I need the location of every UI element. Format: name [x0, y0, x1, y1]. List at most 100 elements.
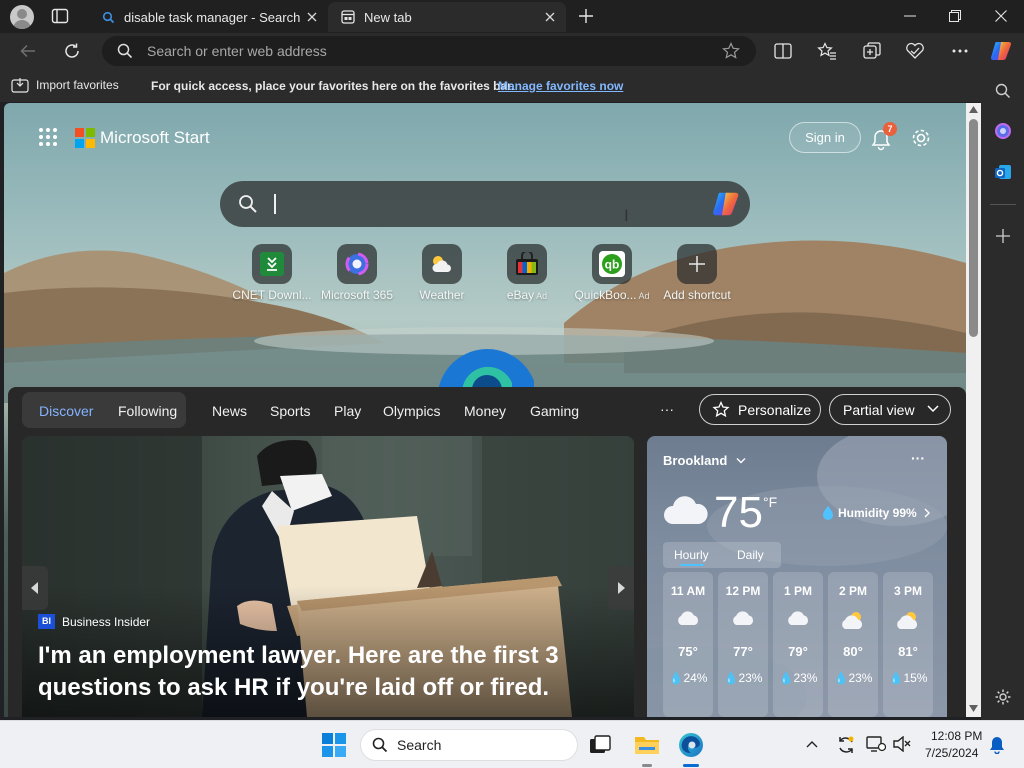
- collections-button[interactable]: [857, 37, 887, 65]
- scroll-up-arrow-icon[interactable]: [969, 106, 978, 113]
- favorite-star-icon[interactable]: [722, 42, 740, 60]
- tab-actions-icon[interactable]: [51, 8, 69, 24]
- new-tab-page: Microsoft Start Sign in 7 I CNET Downl..…: [4, 103, 966, 717]
- scrollbar-thumb[interactable]: [969, 119, 978, 337]
- close-tab-icon[interactable]: [542, 9, 558, 25]
- start-button[interactable]: [322, 733, 346, 757]
- partial-view-button[interactable]: Partial view: [829, 394, 951, 425]
- close-window-button[interactable]: [978, 0, 1024, 32]
- shortcut-label: Add shortcut: [663, 288, 731, 302]
- tab-sports[interactable]: Sports: [270, 403, 310, 419]
- hero-prev-button[interactable]: [22, 566, 48, 610]
- shortcut-label: Microsoft 365: [320, 288, 394, 302]
- notifications-button[interactable]: 7: [870, 122, 897, 151]
- windows-taskbar: Search 12:08 PM 7/25/2024: [0, 720, 1024, 768]
- split-screen-button[interactable]: [768, 37, 798, 65]
- hero-next-button[interactable]: [608, 566, 634, 610]
- microsoft-365-icon: [337, 244, 377, 284]
- tab-daily[interactable]: Daily: [737, 548, 764, 562]
- weather-more-icon[interactable]: ···: [911, 450, 925, 466]
- tab-following[interactable]: Following: [118, 403, 177, 419]
- favorites-button[interactable]: [812, 37, 842, 65]
- minimize-button[interactable]: [887, 0, 933, 32]
- refresh-button[interactable]: [57, 37, 87, 65]
- new-tab-button[interactable]: [578, 8, 594, 24]
- personalize-button[interactable]: Personalize: [699, 394, 821, 425]
- copilot-icon[interactable]: [712, 189, 742, 219]
- hour-temperature: 81°: [898, 644, 918, 659]
- shortcut-cnet[interactable]: CNET Downl...: [232, 244, 312, 302]
- humidity-value: Humidity 99%: [838, 505, 917, 520]
- shortcut-weather[interactable]: Weather: [402, 244, 482, 302]
- tab-discover[interactable]: Discover: [39, 403, 93, 419]
- notification-bell-icon[interactable]: [989, 736, 1005, 754]
- shortcut-quickbooks[interactable]: qb QuickBoo... Ad: [572, 244, 652, 302]
- task-view-icon[interactable]: [589, 735, 611, 755]
- cloud-icon: [773, 610, 823, 632]
- browser-essentials-button[interactable]: [901, 37, 931, 65]
- manage-favorites-link[interactable]: Manage favorites now: [498, 79, 623, 93]
- article-headline[interactable]: I'm an employment lawyer. Here are the f…: [38, 640, 618, 704]
- microsoft-logo-icon: [75, 128, 95, 148]
- tab-olympics[interactable]: Olympics: [383, 403, 441, 419]
- humidity-link[interactable]: Humidity 99%: [822, 505, 930, 520]
- address-input[interactable]: [147, 43, 707, 59]
- tab-play[interactable]: Play: [334, 403, 361, 419]
- back-button[interactable]: [13, 37, 43, 65]
- personalize-label: Personalize: [738, 401, 812, 418]
- favorites-bar-message: For quick access, place your favorites h…: [151, 79, 515, 93]
- edge-taskbar-icon[interactable]: [678, 732, 704, 758]
- volume-muted-icon[interactable]: [893, 736, 911, 752]
- search-favicon-icon: [100, 9, 116, 25]
- sidebar-copilot-button[interactable]: [989, 117, 1017, 145]
- chevron-down-icon: [927, 405, 939, 413]
- restore-button[interactable]: [932, 0, 978, 32]
- tab-gaming[interactable]: Gaming: [530, 403, 579, 419]
- chevron-down-icon: [736, 457, 746, 464]
- clock-time[interactable]: 12:08 PM: [931, 729, 982, 743]
- tab-new-tab[interactable]: New tab: [328, 2, 566, 32]
- network-tray-icon[interactable]: [866, 735, 886, 753]
- address-bar[interactable]: [102, 36, 756, 66]
- sidebar-outlook-button[interactable]: [989, 158, 1017, 186]
- precip-value: 15%: [903, 671, 928, 685]
- hero-article-card[interactable]: BI Business Insider I'm an employment la…: [22, 436, 634, 717]
- shortcut-microsoft-365[interactable]: Microsoft 365: [317, 244, 397, 302]
- close-tab-icon[interactable]: [304, 9, 320, 25]
- hour-temperature: 80°: [843, 644, 863, 659]
- hour-forecast: 2 PM 80° 💧23%: [828, 572, 878, 717]
- sidebar-add-button[interactable]: [989, 222, 1017, 250]
- shortcut-label: eBay: [506, 288, 535, 302]
- tab-news[interactable]: News: [212, 403, 247, 419]
- location-selector[interactable]: Brookland: [663, 453, 746, 468]
- tab-hourly[interactable]: Hourly: [674, 548, 709, 562]
- sidebar-search-button[interactable]: [989, 77, 1017, 105]
- sidebar-settings-button[interactable]: [989, 683, 1017, 711]
- more-categories-button[interactable]: ···: [660, 401, 674, 417]
- more-menu-button[interactable]: [945, 37, 975, 65]
- profile-avatar[interactable]: [10, 5, 34, 29]
- apps-launcher-icon[interactable]: [38, 127, 58, 147]
- sync-tray-icon[interactable]: [836, 735, 856, 755]
- copilot-button[interactable]: [987, 37, 1017, 65]
- scroll-down-arrow-icon[interactable]: [969, 705, 978, 712]
- show-hidden-icons-chevron-up-icon[interactable]: [806, 740, 818, 748]
- sign-in-button[interactable]: Sign in: [789, 122, 861, 153]
- file-explorer-icon[interactable]: [634, 733, 660, 757]
- taskbar-search-label: Search: [397, 737, 442, 753]
- weather-icon: [422, 244, 462, 284]
- tab-search[interactable]: disable task manager - Search: [88, 2, 328, 32]
- shortcut-ebay[interactable]: eBay Ad: [487, 244, 567, 302]
- import-favorites-button[interactable]: Import favorites: [11, 77, 119, 93]
- shortcut-add[interactable]: Add shortcut: [657, 244, 737, 302]
- shortcut-label: QuickBoo...: [574, 288, 637, 302]
- taskbar-search-box[interactable]: Search: [360, 729, 578, 761]
- clock-date[interactable]: 7/25/2024: [925, 746, 978, 760]
- tab-money[interactable]: Money: [464, 403, 506, 419]
- web-search-box[interactable]: [220, 181, 750, 227]
- weather-card[interactable]: Brookland ··· 75 °F Humidity 99% Hourly …: [647, 436, 947, 717]
- page-scrollbar[interactable]: [966, 103, 981, 717]
- page-settings-icon[interactable]: [910, 127, 932, 149]
- quickbooks-icon: qb: [592, 244, 632, 284]
- search-icon: [117, 43, 133, 59]
